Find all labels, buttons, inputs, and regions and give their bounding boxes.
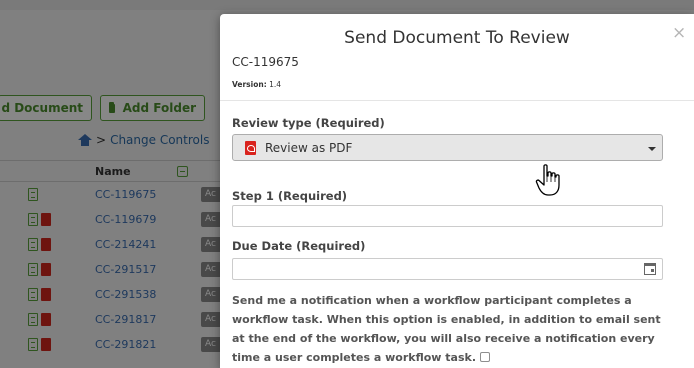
review-type-selected: Review as PDF — [265, 141, 353, 155]
dialog-title: Send Document To Review — [344, 28, 570, 48]
notification-option: Send me a notification when a workflow p… — [232, 291, 672, 367]
chevron-down-icon — [648, 147, 656, 151]
due-date-label: Due Date (Required) — [232, 239, 366, 253]
hand-cursor-icon — [535, 164, 560, 196]
divider — [220, 100, 694, 101]
version-value: 1.4 — [269, 80, 282, 89]
pdf-icon — [245, 141, 256, 155]
due-date-input[interactable] — [232, 258, 663, 280]
step1-label: Step 1 (Required) — [232, 189, 348, 203]
document-code: CC-119675 — [232, 55, 299, 69]
step1-input[interactable] — [232, 205, 663, 227]
close-icon[interactable]: × — [672, 25, 686, 42]
version-label: Version: — [232, 80, 267, 89]
notification-checkbox[interactable] — [480, 352, 491, 362]
review-type-select[interactable]: Review as PDF — [232, 134, 663, 161]
notification-text: Send me a notification when a workflow p… — [232, 294, 661, 364]
send-to-review-dialog: Send Document To Review × CC-119675 Vers… — [220, 14, 694, 368]
document-version: Version: 1.4 — [232, 80, 281, 89]
calendar-icon[interactable] — [644, 263, 656, 275]
review-type-label: Review type (Required) — [232, 116, 385, 130]
